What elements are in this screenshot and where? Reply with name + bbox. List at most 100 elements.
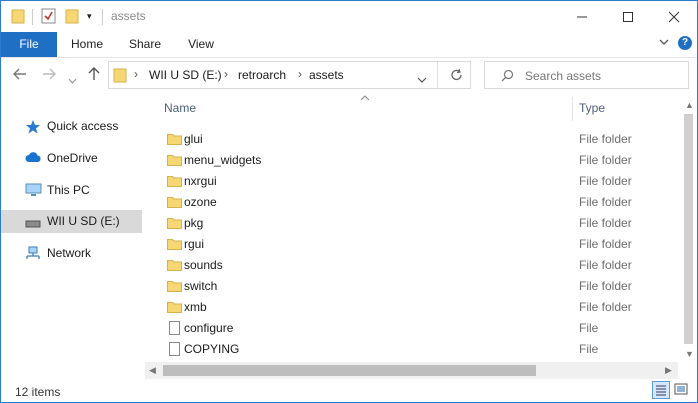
file-type: File folder xyxy=(579,195,632,209)
scroll-up-icon[interactable]: ▲ xyxy=(685,100,694,110)
file-type: File folder xyxy=(579,174,632,188)
list-item[interactable]: sounds File folder xyxy=(149,255,679,276)
vertical-scroll-thumb[interactable] xyxy=(684,114,693,344)
list-item[interactable]: xmb File folder xyxy=(149,297,679,318)
file-type: File xyxy=(579,321,599,335)
explorer-window: ▾ assets File Home Share View ? › WII U … xyxy=(0,0,698,403)
file-type: File folder xyxy=(579,300,632,314)
breadcrumb-retroarch[interactable]: retroarch xyxy=(238,68,286,82)
scroll-left-icon[interactable]: ◀ xyxy=(149,365,156,376)
list-item[interactable]: nxrgui File folder xyxy=(149,171,679,192)
back-arrow-icon[interactable] xyxy=(13,67,27,84)
nav-item-this-pc[interactable]: This PC xyxy=(1,179,142,202)
large-icons-view-button[interactable] xyxy=(673,381,691,399)
nav-label: Quick access xyxy=(47,119,119,133)
folder-icon xyxy=(167,133,182,145)
file-name: pkg xyxy=(184,216,204,230)
breadcrumb-separator-icon[interactable]: › xyxy=(134,67,138,81)
column-divider[interactable] xyxy=(572,97,573,121)
nav-item-wii-u-sd[interactable]: WII U SD (E:) xyxy=(1,210,142,233)
details-view-icon xyxy=(656,385,666,396)
list-item[interactable]: menu_widgets File folder xyxy=(149,150,679,171)
file-name: menu_widgets xyxy=(184,153,262,167)
folder-icon[interactable] xyxy=(11,8,25,27)
list-item[interactable]: switch File folder xyxy=(149,276,679,297)
scroll-down-icon[interactable]: ▼ xyxy=(685,349,694,359)
list-item[interactable]: glui File folder xyxy=(149,129,679,150)
address-bar[interactable]: › WII U SD (E:) › retroarch › assets xyxy=(108,61,471,89)
breadcrumb-drive[interactable]: WII U SD (E:) xyxy=(149,68,222,82)
column-header-name[interactable]: Name xyxy=(164,101,196,115)
nav-item-network[interactable]: Network xyxy=(1,242,142,265)
nav-item-onedrive[interactable]: OneDrive xyxy=(1,147,142,170)
search-box[interactable]: Search assets xyxy=(484,61,689,89)
maximize-button[interactable] xyxy=(605,1,651,32)
customize-toolbar-icon[interactable]: ▾ xyxy=(87,11,92,22)
close-button[interactable] xyxy=(651,1,697,32)
folder-icon xyxy=(167,196,182,208)
folder-icon xyxy=(113,67,127,86)
navigation-pane: Quick access OneDrive This PC WII U SD (… xyxy=(1,101,144,371)
large-icons-view-icon xyxy=(674,383,688,395)
nav-label: WII U SD (E:) xyxy=(47,214,120,228)
file-icon xyxy=(169,321,180,335)
up-arrow-icon[interactable] xyxy=(88,67,100,85)
forward-arrow-icon[interactable] xyxy=(42,67,56,84)
column-header-type[interactable]: Type xyxy=(579,101,605,115)
breadcrumb-assets[interactable]: assets xyxy=(309,68,344,82)
file-name: rgui xyxy=(184,237,205,251)
address-dropdown-icon[interactable] xyxy=(417,72,427,86)
file-name: COPYING xyxy=(184,342,240,356)
cloud-icon xyxy=(25,151,41,165)
file-type: File folder xyxy=(579,258,632,272)
nav-label: OneDrive xyxy=(47,151,98,165)
file-name: xmb xyxy=(184,300,207,314)
maximize-icon xyxy=(623,11,633,22)
title-bar: ▾ assets xyxy=(1,1,697,32)
tab-share[interactable]: Share xyxy=(119,32,171,57)
folder-icon xyxy=(167,280,182,292)
sort-ascending-icon xyxy=(360,93,370,103)
folder-icon xyxy=(167,238,182,250)
recent-locations-icon[interactable] xyxy=(68,71,77,88)
file-type: File folder xyxy=(579,279,632,293)
file-name: configure xyxy=(184,321,234,335)
folder-icon xyxy=(167,217,182,229)
file-type: File xyxy=(579,342,599,356)
file-name: switch xyxy=(184,279,218,293)
tab-file[interactable]: File xyxy=(1,32,57,57)
nav-label: This PC xyxy=(47,183,90,197)
refresh-icon[interactable] xyxy=(450,68,463,85)
tab-home[interactable]: Home xyxy=(61,32,113,57)
item-count: 12 items xyxy=(15,385,61,399)
new-folder-icon[interactable] xyxy=(65,8,79,27)
folder-icon xyxy=(167,259,182,271)
breadcrumb-separator-icon[interactable]: › xyxy=(224,67,228,81)
ribbon-divider xyxy=(1,57,697,58)
nav-item-quick-access[interactable]: Quick access xyxy=(1,115,142,138)
breadcrumb-separator-icon[interactable]: › xyxy=(298,67,302,81)
list-item[interactable]: configure File xyxy=(149,318,679,339)
help-icon[interactable]: ? xyxy=(678,36,692,50)
network-icon xyxy=(25,246,41,260)
list-item[interactable]: pkg File folder xyxy=(149,213,679,234)
horizontal-scroll-thumb[interactable] xyxy=(163,365,536,376)
search-icon xyxy=(501,69,514,85)
minimize-icon xyxy=(577,16,587,17)
list-item[interactable]: ozone File folder xyxy=(149,192,679,213)
file-icon xyxy=(169,342,180,356)
close-icon xyxy=(668,11,680,22)
minimize-button[interactable] xyxy=(559,1,605,32)
file-name: glui xyxy=(184,132,203,146)
file-type: File folder xyxy=(579,132,632,146)
tab-view[interactable]: View xyxy=(176,32,226,57)
list-item[interactable]: rgui File folder xyxy=(149,234,679,255)
list-item[interactable]: COPYING File xyxy=(149,339,679,360)
scroll-right-icon[interactable]: ▶ xyxy=(665,365,672,376)
folder-icon xyxy=(167,175,182,187)
file-name: nxrgui xyxy=(184,174,217,188)
search-input[interactable]: Search assets xyxy=(525,69,601,83)
details-view-button[interactable] xyxy=(652,381,670,399)
properties-icon[interactable] xyxy=(41,8,56,27)
chevron-down-icon[interactable] xyxy=(658,36,670,50)
